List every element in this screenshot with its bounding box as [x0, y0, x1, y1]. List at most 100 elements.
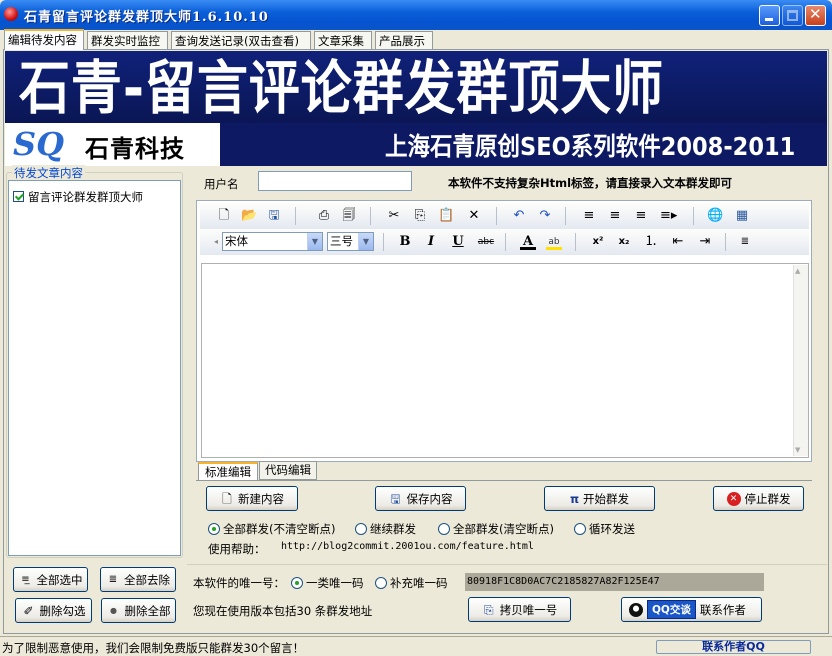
tab-code-edit[interactable]: 代码编辑 — [259, 461, 317, 480]
bold-button[interactable]: B — [397, 234, 413, 250]
indent-icon[interactable]: ⇥ — [697, 234, 713, 250]
delete-all-button[interactable]: ● 删除全部 — [101, 598, 176, 623]
contact-qq-link[interactable]: 联系作者QQ — [656, 640, 811, 654]
redo-icon[interactable]: ↷ — [537, 208, 553, 224]
highlight-button[interactable]: ab — [546, 234, 562, 250]
eraser-icon: ✐ — [23, 603, 34, 618]
format-paragraph-icon[interactable]: ≣ — [737, 234, 753, 250]
save-content-button[interactable]: 🖫 保存内容 — [375, 486, 466, 511]
checkbox-checked[interactable] — [13, 191, 24, 202]
align-left-icon[interactable]: ≡ — [581, 208, 597, 224]
help-link[interactable]: http://blog2commit.2001ou.com/feature.ht… — [281, 541, 534, 552]
font-color-button[interactable]: A — [520, 234, 536, 250]
copy-icon[interactable]: ⎘ — [412, 208, 428, 224]
start-send-button[interactable]: π 开始群发 — [544, 486, 655, 511]
underline-button[interactable]: U — [450, 234, 466, 250]
list-item[interactable]: 留言评论群发群顶大师 — [13, 189, 143, 205]
tab-article-collect[interactable]: 文章采集 — [314, 31, 372, 49]
status-message: 为了限制恶意使用，我们会限制免费版只能群发30个留言！ — [2, 641, 305, 655]
username-input[interactable] — [258, 171, 412, 191]
scroll-down-icon[interactable]: ▼ — [795, 446, 800, 454]
contact-author-button[interactable]: QQ交谈 联系作者 — [621, 597, 762, 622]
font-size-select[interactable]: 三号 ▼ — [327, 232, 374, 251]
stop-icon: ✕ — [726, 491, 741, 506]
pi-icon: π — [569, 491, 580, 506]
chevron-down-icon[interactable]: ▼ — [358, 233, 373, 250]
editor-toolbar-bottom: ◂ 宋体 ▼ 三号 ▼ B I U abc A ab x² x₂ ⒈ ⇤ ⇥ ≣ — [200, 229, 809, 255]
undo-icon[interactable]: ↶ — [511, 208, 527, 224]
tab-edit-pending[interactable]: 编辑待发内容 — [4, 29, 84, 50]
editor-scrollbar[interactable]: ▲ ▼ — [793, 265, 808, 456]
copy-id-button[interactable]: ⎘ 拷贝唯一号 — [468, 597, 571, 622]
superscript-icon[interactable]: x² — [590, 234, 606, 250]
cut-icon[interactable]: ✂ — [386, 208, 402, 224]
html-notice: 本软件不支持复杂Html标签，请直接录入文本群发即可 — [448, 176, 733, 190]
select-all-icon: ≡̲ — [21, 573, 30, 585]
app-icon[interactable] — [4, 7, 18, 21]
unique-id-label: 本软件的唯一号： — [193, 576, 285, 590]
align-justify-icon[interactable]: ≡▸ — [660, 208, 677, 224]
window-title: 石青留言评论群发群顶大师1.6.10.10 — [24, 10, 269, 25]
radio-continue-send[interactable]: 继续群发 — [355, 521, 416, 537]
delete-checked-button[interactable]: ✐ 删除勾选 — [15, 598, 92, 623]
delete-icon[interactable]: ✕ — [466, 208, 482, 224]
font-name-select[interactable]: 宋体 ▼ — [222, 232, 323, 251]
table-icon[interactable]: ▦ — [734, 208, 750, 224]
select-all-button[interactable]: ≡̲ 全部选中 — [13, 567, 88, 592]
radio-primary-id[interactable]: 一类唯一码 — [291, 575, 364, 591]
new-content-button[interactable]: 🗋 新建内容 — [206, 486, 298, 511]
pending-articles-list[interactable]: 留言评论群发群顶大师 — [8, 180, 181, 556]
company-logo: SQ 石青科技 — [5, 123, 220, 166]
print-preview-icon[interactable]: 🗐 — [341, 208, 357, 224]
help-label: 使用帮助： — [208, 542, 266, 556]
tab-realtime-monitor[interactable]: 群发实时监控 — [87, 31, 168, 49]
list-item-label: 留言评论群发群顶大师 — [28, 190, 143, 204]
radio-loop-send[interactable]: 循环发送 — [574, 521, 635, 537]
tab-send-records[interactable]: 查询发送记录(双击查看) — [171, 31, 311, 49]
new-doc-icon: 🗋 — [222, 491, 232, 506]
username-label: 用户名 — [204, 177, 239, 191]
tab-product-show[interactable]: 产品展示 — [375, 31, 433, 49]
tab-standard-edit[interactable]: 标准编辑 — [198, 462, 258, 481]
logo-name: 石青科技 — [85, 134, 185, 163]
delete-all-icon: ● — [110, 605, 117, 615]
globe-link-icon[interactable]: 🌐 — [707, 208, 723, 224]
pending-articles-legend: 待发文章内容 — [12, 165, 85, 181]
usage-info: 您现在使用版本包括30 条群发地址 — [193, 604, 373, 618]
chevron-down-icon[interactable]: ▼ — [307, 233, 322, 250]
maximize-button[interactable] — [782, 5, 803, 26]
close-icon: ✕ — [809, 5, 822, 23]
align-center-icon[interactable]: ≡ — [607, 208, 623, 224]
print-icon[interactable]: ⎙ — [316, 208, 332, 224]
strikethrough-button[interactable]: abc — [476, 234, 496, 250]
remove-all-icon: ≣ — [108, 573, 118, 585]
numbered-list-icon[interactable]: ⒈ — [643, 234, 659, 250]
banner-subtitle: 上海石青原创SEO系列软件2008-2011 — [385, 132, 796, 161]
copy-icon: ⎘ — [483, 602, 494, 617]
remove-all-button[interactable]: ≣ 全部去除 — [100, 567, 176, 592]
stop-send-button[interactable]: ✕ 停止群发 — [713, 486, 804, 511]
open-folder-icon[interactable]: 📂 — [241, 208, 257, 224]
qq-penguin-icon — [629, 602, 643, 617]
unique-id-value: 80918F1C8D0AC7C2185827A82F125E47 — [465, 573, 764, 591]
italic-button[interactable]: I — [423, 234, 439, 250]
logo-mark: SQ — [13, 125, 64, 163]
radio-send-all-clear[interactable]: 全部群发(清空断点) — [438, 521, 554, 537]
save-disk-icon[interactable]: 🖫 — [266, 208, 282, 224]
align-right-icon[interactable]: ≡ — [633, 208, 649, 224]
save-disk-icon: 🖫 — [390, 491, 401, 506]
editor-content-area[interactable] — [201, 263, 809, 458]
close-button[interactable]: ✕ — [805, 5, 826, 26]
banner-title: 石青-留言评论群发群顶大师 — [19, 54, 665, 122]
radio-send-all-keep[interactable]: 全部群发(不清空断点) — [208, 521, 335, 537]
paste-icon[interactable]: 📋 — [438, 208, 454, 224]
subscript-icon[interactable]: x₂ — [616, 234, 632, 250]
editor-toolbar-top: 🗋 📂 🖫 ⎙ 🗐 ✂ ⎘ 📋 ✕ ↶ ↷ ≡ ≡ ≡ ≡▸ 🌐 ▦ — [200, 203, 809, 229]
banner: 石青-留言评论群发群顶大师 SQ 石青科技 上海石青原创SEO系列软件2008-… — [5, 51, 827, 166]
radio-supplement-id[interactable]: 补充唯一码 — [375, 575, 448, 591]
minimize-button[interactable] — [759, 5, 780, 26]
scroll-up-icon[interactable]: ▲ — [795, 267, 800, 275]
qq-chat-label: QQ交谈 — [647, 600, 696, 619]
new-doc-icon[interactable]: 🗋 — [216, 208, 232, 224]
outdent-icon[interactable]: ⇤ — [670, 234, 686, 250]
